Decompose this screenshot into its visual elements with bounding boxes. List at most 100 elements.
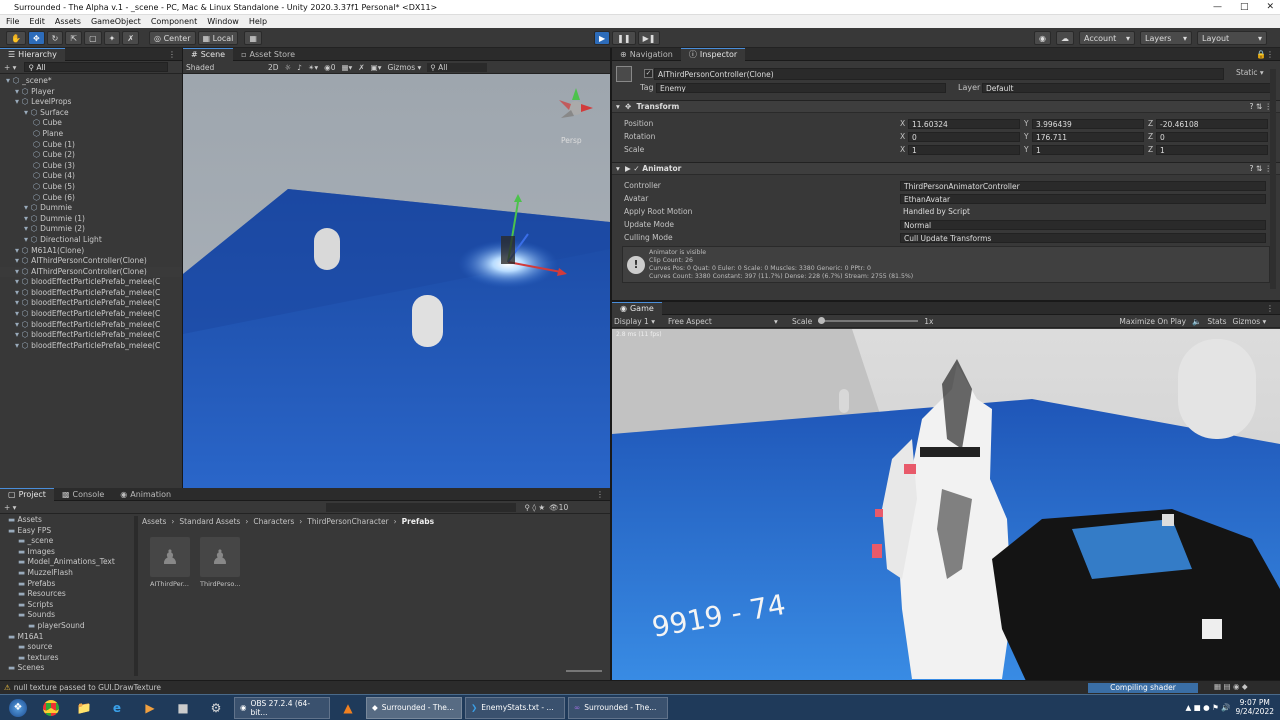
pivot-center-button[interactable]: ◎ Center (149, 31, 196, 45)
project-folder[interactable]: ▬ textures (4, 653, 134, 664)
start-button-icon[interactable]: ❖ (3, 697, 33, 719)
hierarchy-item[interactable]: ▾ ⬡ bloodEffectParticlePrefab_melee(C (0, 341, 182, 352)
close-button[interactable]: ✕ (1266, 0, 1274, 15)
component-menu-icon[interactable]: ? ⇅ ⋮ (1249, 164, 1272, 173)
animator-value-field[interactable]: Cull Update Transforms (900, 233, 1266, 243)
rotate-tool-icon[interactable]: ↻ (46, 31, 64, 45)
menu-edit[interactable]: Edit (29, 15, 45, 28)
inspector-scrollbar[interactable] (1270, 69, 1276, 289)
hierarchy-item[interactable]: ▾ ⬡ AIThirdPersonController(Clone) (0, 256, 182, 267)
project-folder[interactable]: ▬ source (4, 642, 134, 653)
collab-icon[interactable]: ◉ (1034, 31, 1051, 45)
transform-y-field[interactable]: 176.711 (1032, 132, 1144, 142)
project-folder[interactable]: ▬ Prefabs (4, 579, 134, 590)
hierarchy-item[interactable]: ▾ ⬡ bloodEffectParticlePrefab_melee(C (0, 277, 182, 288)
hierarchy-item[interactable]: ⬡ Cube (6) (0, 193, 182, 204)
project-folder[interactable]: ▬ _scene (4, 536, 134, 547)
transform-x-field[interactable]: 1 (908, 145, 1020, 155)
play-button[interactable]: ▶ (594, 31, 611, 45)
project-folder[interactable]: ▬ playerSound (4, 621, 134, 632)
scale-tool-icon[interactable]: ⇱ (65, 31, 83, 45)
hierarchy-search-input[interactable]: ⚲ All (24, 62, 169, 72)
move-tool-icon[interactable]: ✥ (27, 31, 45, 45)
tools-icon[interactable]: ✗ (358, 63, 364, 72)
audio-icon[interactable]: ♪ (297, 63, 302, 72)
breadcrumb-thirdpersoncharacter[interactable]: ThirdPersonCharacter (307, 517, 388, 526)
layers-dropdown[interactable]: Layers ▾ (1139, 31, 1192, 45)
menu-assets[interactable]: Assets (55, 15, 81, 28)
lighting-icon[interactable]: ☼ (285, 63, 292, 72)
game-viewport[interactable]: 2.8 ms (11 fps) 9919 - 74 (612, 329, 1280, 694)
menu-gameobject[interactable]: GameObject (91, 15, 141, 28)
project-folder[interactable]: ▬ Images (4, 547, 134, 558)
tab-animation[interactable]: ◉ Animation (112, 488, 179, 501)
transform-z-field[interactable]: -20.46108 (1156, 119, 1268, 129)
minimize-button[interactable]: — (1213, 0, 1222, 15)
project-tree-scrollbar[interactable] (134, 516, 138, 676)
pivot-local-button[interactable]: ▦ Local (197, 31, 239, 45)
layer-dropdown[interactable]: Default (982, 83, 1272, 93)
breadcrumb-prefabs[interactable]: Prefabs (402, 517, 434, 526)
tab-hierarchy[interactable]: ☰ Hierarchy (0, 47, 65, 61)
hierarchy-item[interactable]: ⬡ Cube (3) (0, 161, 182, 172)
dummie-capsule[interactable] (314, 228, 340, 270)
static-dropdown[interactable]: Static ▾ (1236, 68, 1264, 77)
panel-menu-icon[interactable]: ⋮ (1266, 304, 1274, 313)
layout-dropdown[interactable]: Layout ▾ (1196, 31, 1267, 45)
hierarchy-item[interactable]: ▾ ⬡ bloodEffectParticlePrefab_melee(C (0, 309, 182, 320)
transform-z-field[interactable]: 0 (1156, 132, 1268, 142)
clock-time[interactable]: 9:07 PM (1236, 698, 1274, 707)
pause-button[interactable]: ❚❚ (612, 31, 636, 45)
project-folder[interactable]: ▬ Sounds (4, 610, 134, 621)
tab-asset-store[interactable]: ▫ Asset Store (233, 48, 303, 61)
hierarchy-item[interactable]: ▾ ⬡ bloodEffectParticlePrefab_melee(C (0, 330, 182, 341)
effects-icon[interactable]: ✴▾ (308, 63, 318, 72)
hand-tool-icon[interactable]: ✋ (6, 31, 26, 45)
hierarchy-item[interactable]: ▾ ⬡ Dummie (0, 203, 182, 214)
transform-header[interactable]: ▾ ✥ Transform ? ⇅ ⋮ (612, 100, 1280, 113)
grid-icon[interactable]: ▦▾ (341, 63, 352, 72)
animator-value-field[interactable]: EthanAvatar (900, 194, 1266, 204)
asset-item[interactable]: ♟ ThirdPerso... (200, 537, 242, 589)
shading-mode-dropdown[interactable]: Shaded (186, 63, 262, 72)
scene-viewport[interactable]: Persp (183, 74, 610, 488)
tab-console[interactable]: ▩ Console (54, 488, 112, 501)
hierarchy-item[interactable]: ▾ ⬡ Dummie (2) (0, 224, 182, 235)
camera-icon[interactable]: ▣▾ (371, 63, 382, 72)
menu-file[interactable]: File (6, 15, 19, 28)
create-asset-button[interactable]: + ▾ (4, 503, 16, 512)
steam-icon[interactable]: ⚙ (201, 697, 231, 719)
hierarchy-item[interactable]: ▾ ⬡ Directional Light (0, 235, 182, 246)
hierarchy-item[interactable]: ⬡ Cube (0, 118, 182, 129)
aspect-dropdown[interactable]: Free Aspect (668, 317, 768, 326)
project-folder[interactable]: ▬ Model_Animations_Text (4, 557, 134, 568)
hierarchy-item[interactable]: ▾ ⬡ _scene* (0, 76, 182, 87)
add-object-button[interactable]: + ▾ (4, 63, 16, 72)
hidden-objects-icon[interactable]: ◉0 (324, 63, 335, 72)
chrome-icon[interactable] (36, 697, 66, 719)
filter-icon[interactable]: ⚲ ◊ ★ (524, 503, 545, 512)
taskbar-item-vscode[interactable]: ❯ EnemyStats.txt - ... (465, 696, 565, 719)
asset-item[interactable]: ♟ AIThirdPer... (150, 537, 192, 589)
project-folder[interactable]: ▬ Scenes (4, 663, 134, 674)
scale-slider[interactable] (818, 317, 919, 324)
step-button[interactable]: ▶❚ (637, 31, 661, 45)
display-dropdown[interactable]: Display 1 ▾ (614, 317, 662, 326)
tag-dropdown[interactable]: Enemy (656, 83, 946, 93)
internet-explorer-icon[interactable]: e (102, 697, 132, 719)
tab-inspector[interactable]: ⓘ Inspector (680, 47, 746, 61)
project-folder[interactable]: ▬ MuzzelFlash (4, 568, 134, 579)
hierarchy-item[interactable]: ⬡ Cube (2) (0, 150, 182, 161)
2d-toggle[interactable]: 2D (268, 63, 279, 72)
grid-snap-icon[interactable]: ▦ (244, 31, 262, 45)
tab-project[interactable]: ▢ Project (0, 487, 54, 501)
hierarchy-item[interactable]: ⬡ Plane (0, 129, 182, 140)
custom-tool-icon[interactable]: ✗ (122, 31, 140, 45)
cloud-icon[interactable]: ☁ (1055, 31, 1074, 45)
maximize-button[interactable]: □ (1240, 0, 1249, 15)
panel-menu-icon[interactable]: ⋮ (596, 490, 604, 499)
scene-search-input[interactable]: ⚲ All (427, 62, 488, 72)
project-folder[interactable]: ▬ Standard Assets (4, 674, 134, 675)
rect-tool-icon[interactable]: ▢ (84, 31, 102, 45)
inspector-lock-icon[interactable]: 🔒⋮ (1256, 50, 1274, 59)
